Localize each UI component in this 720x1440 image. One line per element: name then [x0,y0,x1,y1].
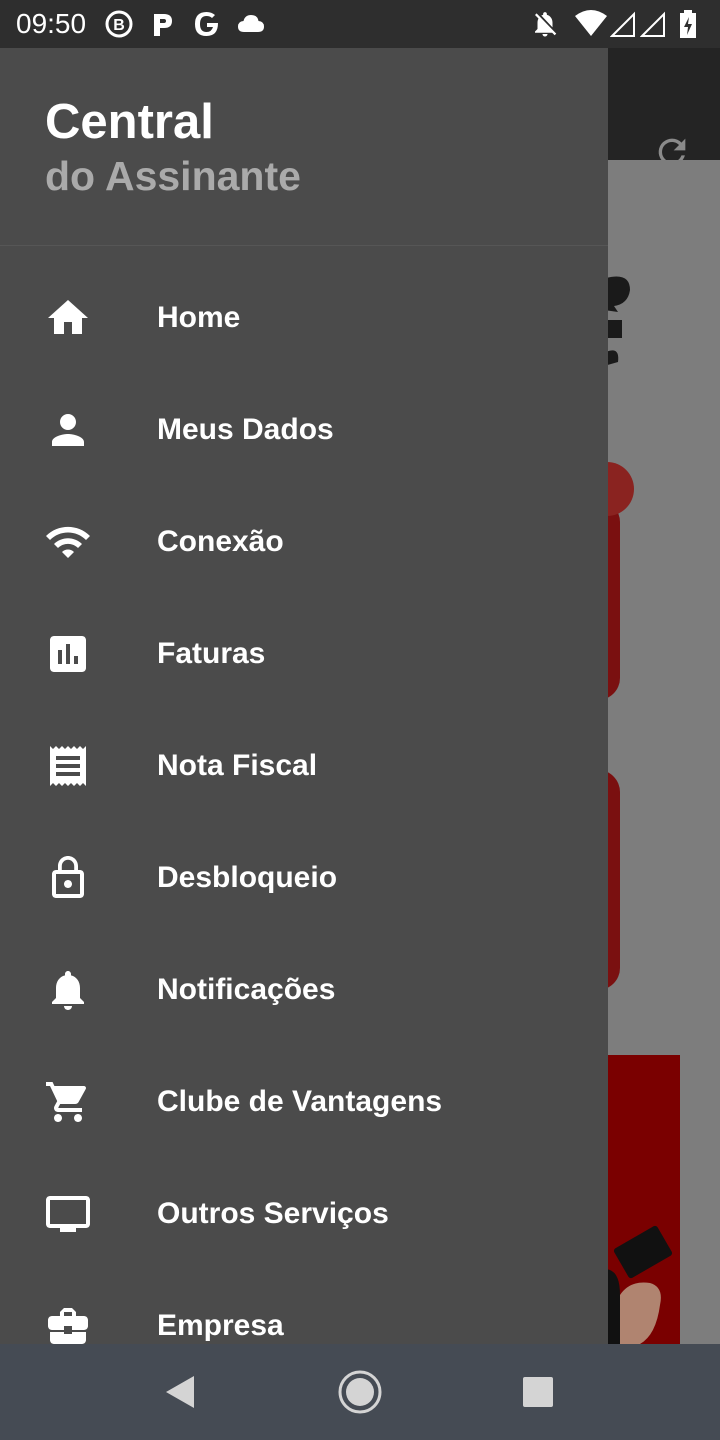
menu-item-home[interactable]: Home [0,262,608,374]
recents-icon[interactable] [510,1364,566,1420]
menu-item-label: Clube de Vantagens [157,1085,443,1118]
menu-item-meus-dados[interactable]: Meus Dados [0,374,608,486]
status-bar: 09:50 B [0,0,720,48]
navigation-drawer: Central do Assinante Home Meus Dados Con… [0,48,608,1344]
menu-item-label: Meus Dados [157,413,334,446]
cloud-icon [236,8,266,40]
menu-item-label: Home [157,301,241,334]
cell-signal-icon [609,8,636,40]
menu-item-outros-servicos[interactable]: Outros Serviços [0,1158,608,1270]
b-circle-icon: B [104,8,134,40]
receipt-icon [44,744,92,788]
bell-off-icon [530,8,560,40]
menu-item-label: Notificações [157,973,336,1006]
menu-item-label: Faturas [157,637,266,670]
menu-item-empresa[interactable]: Empresa [0,1270,608,1344]
wifi-icon [44,520,92,564]
cart-icon [44,1080,92,1124]
tv-icon [44,1192,92,1236]
menu-item-label: Empresa [157,1309,284,1342]
status-time: 09:50 [16,8,87,39]
home-circle-icon[interactable] [332,1364,388,1420]
menu-item-label: Outros Serviços [157,1197,389,1230]
p-app-icon [150,8,176,40]
menu-item-label: Desbloqueio [157,861,338,894]
system-nav-bar [0,1344,720,1440]
menu-item-faturas[interactable]: Faturas [0,598,608,710]
menu-item-label: Conexão [157,525,284,558]
menu-item-conexao[interactable]: Conexão [0,486,608,598]
bell-icon [44,968,92,1012]
lock-open-icon [44,856,92,900]
menu-item-label: Nota Fiscal [157,749,318,782]
briefcase-icon [44,1304,92,1344]
person-icon [44,408,92,452]
menu-item-clube-de-vantagens[interactable]: Clube de Vantagens [0,1046,608,1158]
cell-signal-icon [639,8,666,40]
google-icon [192,8,222,40]
drawer-menu: Home Meus Dados Conexão Faturas Nota Fis… [0,262,608,1344]
wifi-icon [574,8,608,40]
menu-item-notificacoes[interactable]: Notificações [0,934,608,1046]
menu-item-nota-fiscal[interactable]: Nota Fiscal [0,710,608,822]
drawer-title: Central [45,95,214,149]
bar-chart-icon [44,632,92,676]
menu-item-desbloqueio[interactable]: Desbloqueio [0,822,608,934]
back-icon[interactable] [152,1364,208,1420]
svg-text:B: B [113,17,125,34]
drawer-header: Central do Assinante [0,48,608,244]
home-icon [44,296,92,340]
drawer-subtitle: do Assinante [45,153,301,199]
battery-charging-icon [678,8,698,40]
divider [0,245,608,246]
